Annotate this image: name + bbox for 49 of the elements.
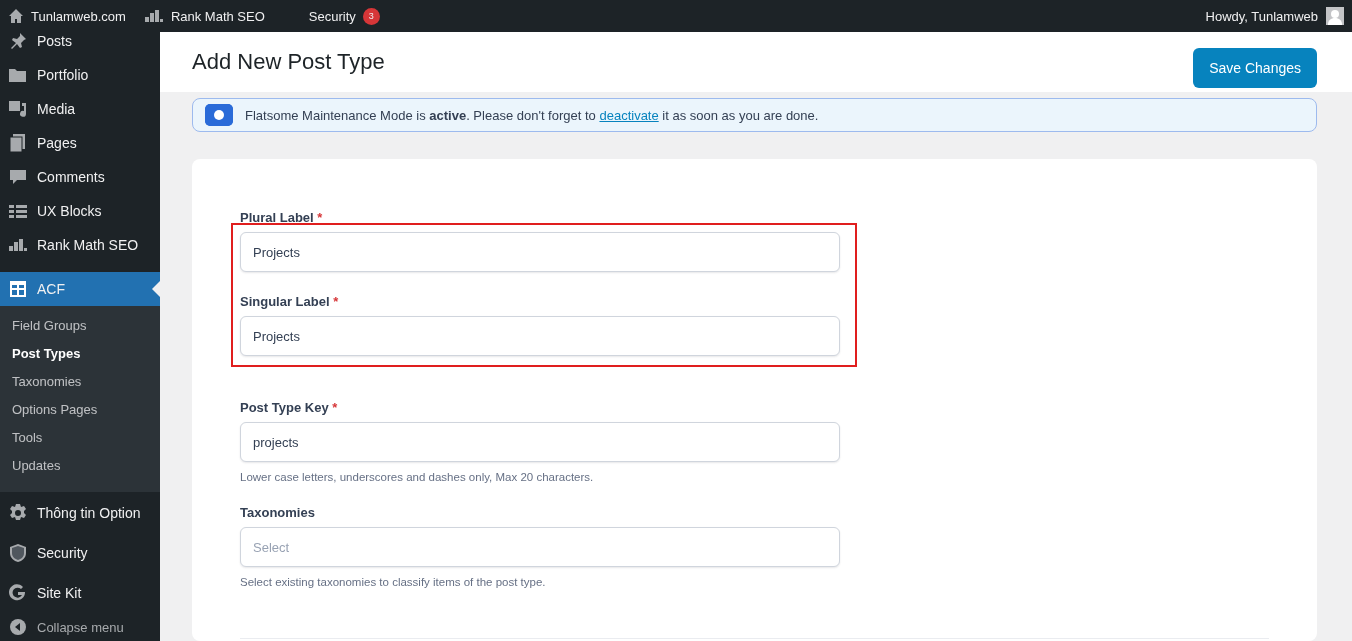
sidebar-item[interactable]: Pages: [0, 126, 160, 160]
site-link[interactable]: Tunlamweb.com: [8, 8, 126, 24]
submenu-item[interactable]: Post Types: [0, 340, 93, 368]
field-label: Taxonomies: [240, 505, 315, 520]
menu-link[interactable]: Security 3: [308, 7, 380, 25]
field-label: Plural Label *: [240, 210, 323, 225]
sidebar-item[interactable]: Posts: [0, 32, 160, 50]
sidebar-item[interactable]: Rank Math SEO: [0, 228, 160, 262]
pages-icon: [8, 133, 28, 153]
help-text: Lower case letters, underscores and dashes only, Max 20 characters.: [240, 471, 594, 483]
sidebar-item[interactable]: Comments: [0, 160, 160, 194]
sidebar-item[interactable]: Media: [0, 92, 160, 126]
submenu-item[interactable]: Options Pages: [0, 396, 110, 424]
submenu-item[interactable]: Tools: [0, 424, 55, 452]
shield-icon: [8, 543, 28, 563]
sidebar-item[interactable]: Site Kit: [0, 576, 160, 610]
count-badge: 3: [362, 7, 380, 25]
sidebar-item[interactable]: Thông tin Option: [0, 496, 160, 530]
select-field[interactable]: Select: [240, 527, 840, 567]
avatar-icon[interactable]: [1326, 7, 1344, 25]
gear-icon: [8, 503, 28, 523]
notice-text: Flatsome Maintenance Mode is active. Please don't forget to deactivate it as soon as you are done.: [245, 107, 819, 123]
seo-menu-link[interactable]: Rank Math SEO: [143, 8, 265, 24]
submenu-item[interactable]: Updates: [0, 452, 73, 480]
field-label: Singular Label *: [240, 294, 339, 309]
bar-chart-icon: [143, 8, 164, 24]
help-text: Select existing taxonomies to classify items of the post type.: [240, 576, 546, 588]
home-icon: [8, 8, 24, 24]
media-icon: [8, 99, 28, 119]
g-logo-icon: [8, 583, 28, 603]
sidebar-item[interactable]: Security: [0, 536, 160, 570]
sidebar-item[interactable]: Collapse menu: [0, 610, 160, 641]
table-icon: [8, 279, 28, 299]
sidebar-item[interactable]: ACF: [0, 272, 160, 306]
field-label: Post Type Key *: [240, 400, 338, 415]
submenu-item[interactable]: Taxonomies: [0, 368, 94, 396]
save-changes-button[interactable]: Save Changes: [1193, 48, 1317, 88]
page-title: Add New Post Type: [192, 49, 385, 75]
account-link[interactable]: Howdy, Tunlamweb: [1205, 8, 1318, 24]
text-field[interactable]: Projects: [240, 316, 840, 356]
deactivate-link[interactable]: deactivate: [599, 107, 659, 123]
text-field[interactable]: projects: [240, 422, 840, 462]
speech-bubble-icon: [8, 167, 28, 187]
submenu-item[interactable]: Field Groups: [0, 312, 99, 340]
sidebar-item[interactable]: UX Blocks: [0, 194, 160, 228]
bar-chart-icon: [8, 237, 28, 253]
info-icon: [205, 104, 233, 126]
sidebar-item[interactable]: Portfolio: [0, 58, 160, 92]
text-field[interactable]: Projects: [240, 232, 840, 272]
